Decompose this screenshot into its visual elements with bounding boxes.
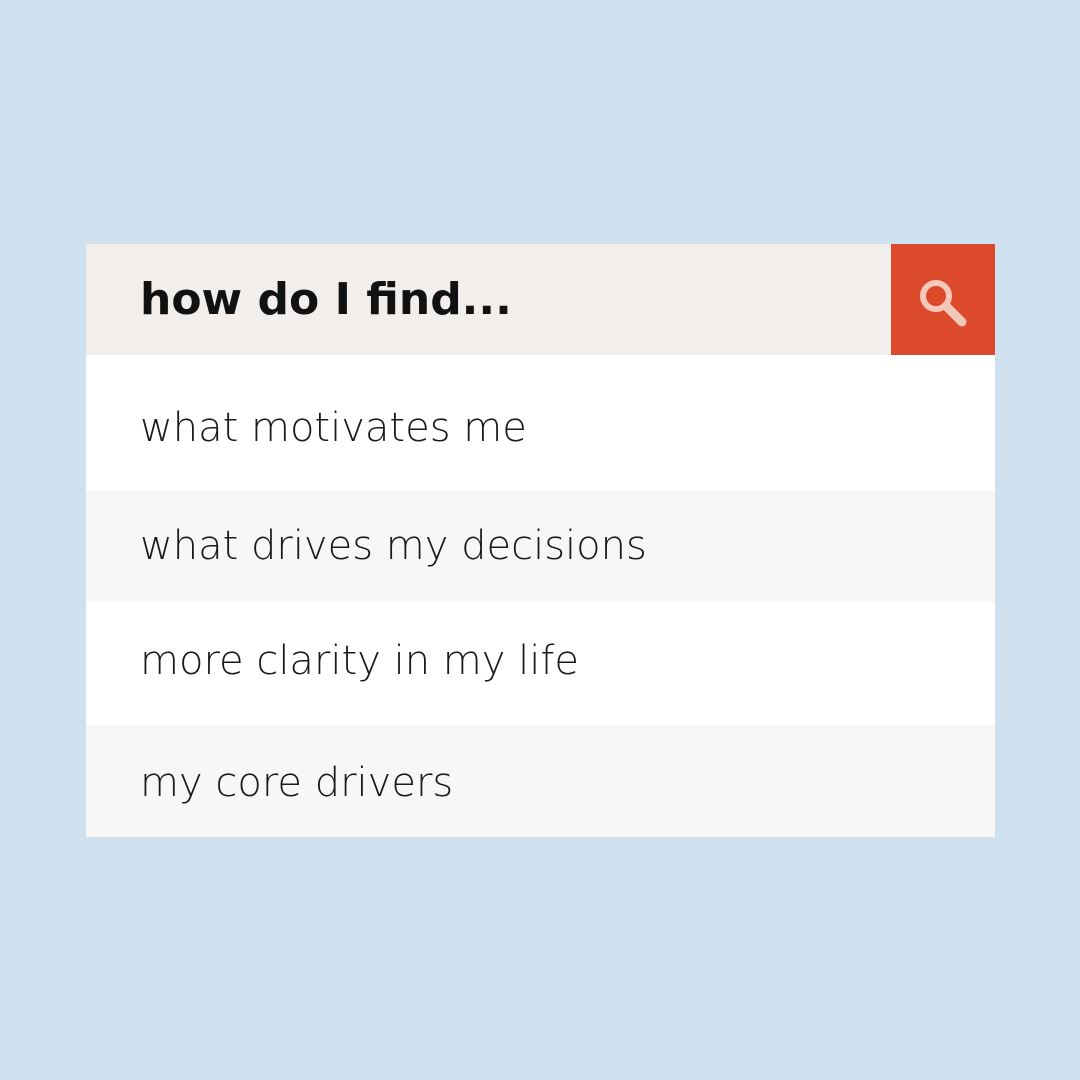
suggestion-item[interactable]: my core drivers [86,725,995,837]
suggestion-label: what motivates me [140,405,527,451]
search-bar[interactable]: how do I find... [86,244,995,355]
search-query-text[interactable]: how do I find... [140,244,512,355]
suggestion-label: more clarity in my life [140,638,580,684]
suggestion-item[interactable]: what drives my decisions [86,491,995,602]
suggestion-list: what motivates me what drives my decisio… [86,355,995,837]
suggestion-item[interactable]: more clarity in my life [86,602,995,725]
suggestion-label: my core drivers [140,760,454,806]
search-button[interactable] [891,244,995,355]
suggestion-label: what drives my decisions [140,523,647,569]
suggestion-item[interactable]: what motivates me [86,355,995,491]
search-widget: how do I find... what motivates me what … [86,244,995,837]
magnifier-icon [920,280,967,327]
